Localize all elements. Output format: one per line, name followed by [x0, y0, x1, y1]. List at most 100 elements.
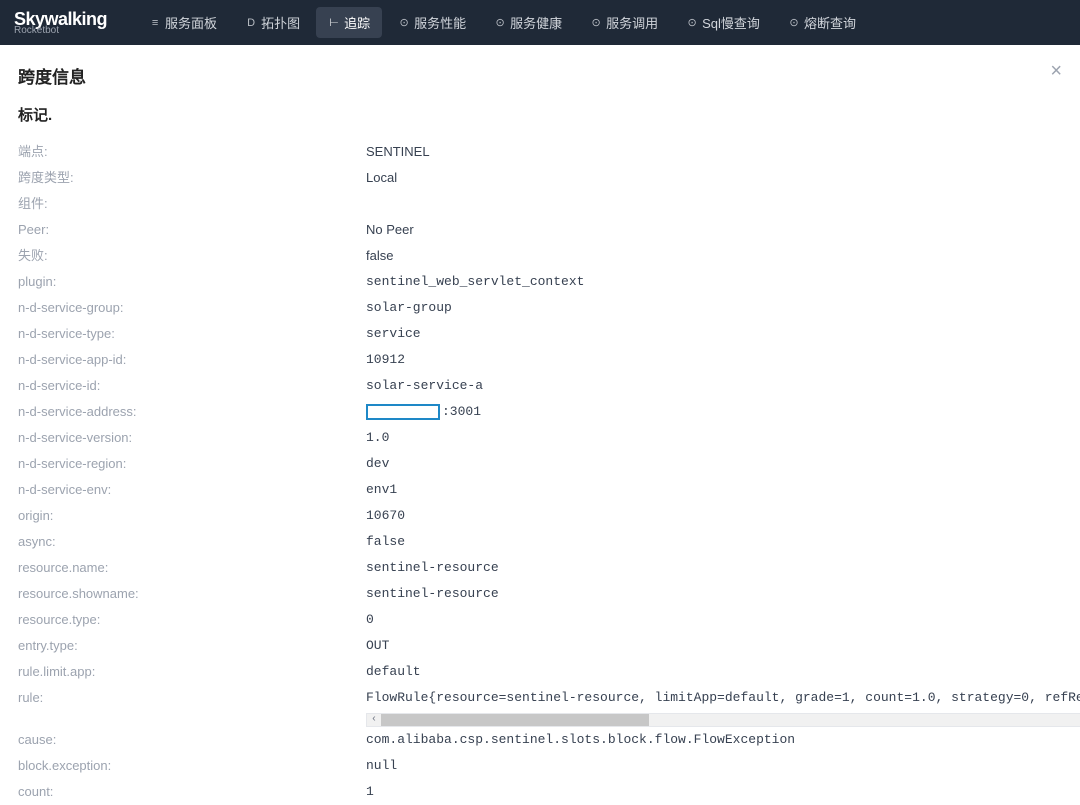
tag-row: count:1 [18, 779, 1062, 805]
scroll-thumb[interactable] [381, 714, 649, 726]
tag-key: resource.showname: [18, 581, 366, 607]
nav-icon: ⊙ [398, 17, 410, 29]
tag-key: 失败: [18, 243, 366, 269]
tag-value: No Peer [366, 217, 1062, 243]
main-nav: ≡ 服务面板 D 拓扑图 ⊢ 追踪 ⊙ 服务性能 ⊙ 服务健康 ⊙ 服务调用 ⊙Sql慢查询 ⊙ 熔断查询 [137, 7, 868, 38]
tag-key: n-d-service-region: [18, 451, 366, 477]
tag-key: resource.type: [18, 607, 366, 633]
tag-value: solar-group [366, 295, 1062, 321]
tag-row: origin:10670 [18, 503, 1062, 529]
tag-row: n-d-service-id:solar-service-a [18, 373, 1062, 399]
tag-key: entry.type: [18, 633, 366, 659]
tag-row: n-d-service-app-id:10912 [18, 347, 1062, 373]
tag-key: plugin: [18, 269, 366, 295]
tag-row: 端点:SENTINEL [18, 139, 1062, 165]
nav-icon: ≡ [149, 17, 161, 29]
tag-key: resource.name: [18, 555, 366, 581]
tag-key: origin: [18, 503, 366, 529]
tag-row: n-d-service-type:service [18, 321, 1062, 347]
tag-rows: 端点:SENTINEL跨度类型:Local组件:Peer:No Peer失败:f… [18, 139, 1062, 805]
tag-value: 1.0 [366, 425, 1062, 451]
tag-key: n-d-service-group: [18, 295, 366, 321]
tag-key: n-d-service-id: [18, 373, 366, 399]
tag-row: n-d-service-version:1.0 [18, 425, 1062, 451]
tag-key: block.exception: [18, 753, 366, 779]
nav-label: 服务调用 [606, 13, 658, 32]
tag-value: sentinel_web_servlet_context [366, 269, 1062, 295]
tag-key: 组件: [18, 191, 366, 217]
nav-item-4[interactable]: ⊙ 服务健康 [482, 7, 574, 38]
section-title: 标记. [18, 104, 1062, 125]
nav-item-6[interactable]: ⊙Sql慢查询 [674, 7, 772, 38]
tag-row: 跨度类型:Local [18, 165, 1062, 191]
tag-key: n-d-service-app-id: [18, 347, 366, 373]
tag-value: 10670 [366, 503, 1062, 529]
close-icon[interactable]: × [1050, 61, 1062, 81]
tag-key: cause: [18, 727, 366, 753]
tag-value: Local [366, 165, 1062, 191]
tag-row: resource.showname:sentinel-resource [18, 581, 1062, 607]
nav-label: 服务面板 [165, 13, 217, 32]
tag-value: 10912 [366, 347, 1062, 373]
nav-item-5[interactable]: ⊙ 服务调用 [578, 7, 670, 38]
tag-key: n-d-service-type: [18, 321, 366, 347]
nav-item-7[interactable]: ⊙ 熔断查询 [776, 7, 868, 38]
tag-value: com.alibaba.csp.sentinel.slots.block.flo… [366, 727, 1062, 753]
tag-value: dev [366, 451, 1062, 477]
nav-icon: D [245, 17, 257, 29]
nav-label: 服务性能 [414, 13, 466, 32]
tag-value: SENTINEL [366, 139, 1062, 165]
nav-item-1[interactable]: D 拓扑图 [233, 7, 312, 38]
span-info-panel: 跨度信息 × 标记. 端点:SENTINEL跨度类型:Local组件:Peer:… [0, 45, 1080, 805]
tag-value: false [366, 529, 1062, 555]
nav-icon: ⊙ [590, 17, 602, 29]
scroll-track[interactable] [381, 714, 1080, 726]
horizontal-scrollbar[interactable]: ‹› [366, 713, 1080, 727]
tag-value: :3001 [366, 399, 1062, 425]
nav-icon: ⊢ [328, 17, 340, 29]
panel-title: 跨度信息 [18, 63, 1062, 88]
nav-item-0[interactable]: ≡ 服务面板 [137, 7, 229, 38]
nav-item-3[interactable]: ⊙ 服务性能 [386, 7, 478, 38]
tag-row: 组件: [18, 191, 1062, 217]
tag-value: 1 [366, 779, 1062, 805]
tag-row: resource.type:0 [18, 607, 1062, 633]
tag-row: n-d-service-region:dev [18, 451, 1062, 477]
tag-row: plugin:sentinel_web_servlet_context [18, 269, 1062, 295]
tag-row: n-d-service-env:env1 [18, 477, 1062, 503]
top-nav-bar: Skywalking Rocketbot ≡ 服务面板 D 拓扑图 ⊢ 追踪 ⊙ 服务性能 ⊙ 服… [0, 0, 1080, 45]
tag-value: env1 [366, 477, 1062, 503]
tag-key: n-d-service-version: [18, 425, 366, 451]
tag-value: sentinel-resource [366, 581, 1062, 607]
nav-label: 熔断查询 [804, 13, 856, 32]
tag-value: null [366, 753, 1062, 779]
tag-row: rule:FlowRule{resource=sentinel-resource… [18, 685, 1062, 727]
tag-row: resource.name:sentinel-resource [18, 555, 1062, 581]
tag-value: 0 [366, 607, 1062, 633]
tag-key: rule.limit.app: [18, 659, 366, 685]
tag-row: async:false [18, 529, 1062, 555]
tag-row: n-d-service-group:solar-group [18, 295, 1062, 321]
tag-row: cause:com.alibaba.csp.sentinel.slots.blo… [18, 727, 1062, 753]
nav-icon: ⊙ [494, 17, 506, 29]
tag-row: 失败:false [18, 243, 1062, 269]
tag-value: default [366, 659, 1062, 685]
tag-key: 跨度类型: [18, 165, 366, 191]
tag-value: FlowRule{resource=sentinel-resource, lim… [366, 685, 1080, 727]
nav-label: 服务健康 [510, 13, 562, 32]
nav-label: 拓扑图 [261, 13, 300, 32]
redacted-box [366, 404, 440, 420]
nav-item-2[interactable]: ⊢ 追踪 [316, 7, 382, 38]
brand-logo: Skywalking Rocketbot [10, 10, 117, 36]
tag-value: solar-service-a [366, 373, 1062, 399]
tag-value: service [366, 321, 1062, 347]
tag-value: OUT [366, 633, 1062, 659]
tag-key: Peer: [18, 217, 366, 243]
tag-value: sentinel-resource [366, 555, 1062, 581]
nav-icon: ⊙ [788, 17, 800, 29]
tag-row: Peer:No Peer [18, 217, 1062, 243]
nav-label: 追踪 [344, 13, 370, 32]
nav-label: Sql慢查询 [702, 13, 760, 32]
tag-row: rule.limit.app:default [18, 659, 1062, 685]
tag-key: n-d-service-env: [18, 477, 366, 503]
